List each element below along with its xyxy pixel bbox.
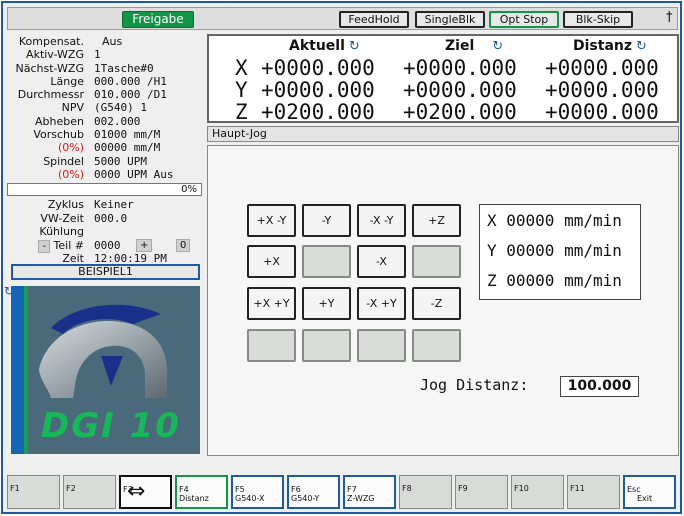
header-aktuell: Aktuell ↻	[289, 38, 360, 54]
jog-distance-field[interactable]: 100.000	[560, 376, 639, 397]
feedhold-button[interactable]: FeedHold	[339, 11, 409, 28]
jog-button-minus-z[interactable]: -Z	[412, 287, 461, 320]
z-ziel: +0200.000	[403, 100, 517, 124]
teil-minus-button[interactable]: -	[38, 239, 51, 253]
jog-button-plus-z[interactable]: +Z	[412, 204, 461, 237]
fkey-f3[interactable]: F3 ⇔	[119, 475, 172, 509]
mode-title: Haupt-Jog	[207, 126, 679, 142]
freigabe-indicator[interactable]: Freigabe	[122, 11, 194, 28]
fkey-f11[interactable]: F11	[567, 475, 620, 509]
swap-arrows-icon: ⇔	[127, 479, 146, 504]
y-distanz: +0000.000	[545, 78, 659, 102]
info-row-kuehlung: Kühlung	[39, 225, 84, 238]
position-display: Aktuell ↻ Ziel ↻ Distanz ↻ X +0000.000 +000…	[207, 34, 679, 124]
blkskip-button[interactable]: Blk-Skip	[563, 11, 633, 28]
teil-plus-button[interactable]: +	[136, 238, 153, 252]
info-row-vwzeit: VW-Zeit 000.0	[40, 211, 128, 225]
position-row-z: Z +0200.000 +0200.000 +0000.000	[235, 100, 659, 124]
info-row-aktiv-wzg: Aktiv-WZG 1	[26, 48, 101, 62]
function-key-bar: F1 F2 F3 ⇔ F4 Distanz F5 G540-X F6 G540-Y F…	[7, 475, 679, 509]
header-distanz: Distanz ↻	[573, 38, 647, 54]
progress-bar: 0%	[7, 183, 202, 196]
jog-button-empty[interactable]	[247, 329, 296, 362]
x-ziel: +0000.000	[403, 56, 517, 80]
jog-button-empty[interactable]	[302, 329, 351, 362]
speed-z: Z 00000 mm/min	[487, 271, 622, 290]
fkey-f10[interactable]: F10	[511, 475, 564, 509]
jog-button-plus-x[interactable]: +X	[247, 245, 296, 278]
jog-button-minus-y[interactable]: -Y	[302, 204, 351, 237]
z-distanz: +0000.000	[545, 100, 659, 124]
status-info-panel: Kompensat. Aus Aktiv-WZG 1 Nächst-WZG 1Tasc…	[8, 35, 204, 181]
jog-button-plus-y[interactable]: +Y	[302, 287, 351, 320]
jog-button-minus-x[interactable]: -X	[357, 245, 406, 278]
info-row-zyklus: Zyklus Keiner	[47, 198, 134, 211]
refresh-distanz-icon[interactable]: ↻	[636, 39, 647, 54]
info-row-abheben: Abheben 002.000	[35, 114, 141, 128]
dgi-logo: DGI 10	[11, 286, 200, 454]
jog-speed-display: X 00000 mm/min Y 00000 mm/min Z 00000 mm…	[479, 204, 641, 300]
fkey-f1[interactable]: F1	[7, 475, 60, 509]
tool-icon: †	[666, 10, 673, 25]
fkey-f8[interactable]: F8	[399, 475, 452, 509]
jog-button-empty[interactable]	[302, 245, 351, 278]
fkey-f4[interactable]: F4 Distanz	[175, 475, 228, 509]
jog-button-empty[interactable]	[412, 245, 461, 278]
fkey-f9[interactable]: F9	[455, 475, 508, 509]
optstop-button[interactable]: Opt Stop	[489, 11, 559, 28]
jog-panel: +X -Y -Y -X -Y +Z +X -X +X +Y +Y -X +Y -…	[207, 145, 679, 456]
x-aktuell: +0000.000	[261, 56, 375, 80]
jog-button-plus-x-minus-y[interactable]: +X -Y	[247, 204, 296, 237]
jog-button-minus-x-minus-y[interactable]: -X -Y	[357, 204, 406, 237]
info-row-laenge: Länge 000.000 /H1	[50, 74, 167, 88]
fkey-f2[interactable]: F2	[63, 475, 116, 509]
speed-y: Y 00000 mm/min	[487, 241, 622, 260]
x-distanz: +0000.000	[545, 56, 659, 80]
refresh-ziel-icon[interactable]: ↻	[492, 39, 503, 54]
logo-text: DGI 10	[41, 406, 181, 446]
jog-distance-label: Jog Distanz:	[420, 376, 529, 394]
position-row-y: Y +0000.000 +0000.000 +0000.000	[235, 78, 659, 102]
position-row-x: X +0000.000 +0000.000 +0000.000	[235, 56, 659, 80]
info-row-spindel-override: (0%) 0000 UPM Aus	[57, 167, 174, 181]
header-ziel: Ziel ↻	[445, 38, 504, 54]
jog-button-empty[interactable]	[412, 329, 461, 362]
fkey-f5[interactable]: F5 G540-X	[231, 475, 284, 509]
singleblk-button[interactable]: SingleBlk	[415, 11, 485, 28]
info-row-vorschub-override: (0%) 00000 mm/M	[57, 141, 161, 155]
info-row-npv: NPV (G540) 1	[61, 101, 147, 115]
info-row-spindel: Spindel 5000 UPM	[43, 154, 147, 168]
jog-button-plus-x-plus-y[interactable]: +X +Y	[247, 287, 296, 320]
info-row-kompensat: Kompensat. Aus	[18, 35, 123, 48]
info-row-teil: - Teil # 0000 + 0	[8, 238, 204, 253]
teil-count: 0	[176, 238, 191, 252]
y-aktuell: +0000.000	[261, 78, 375, 102]
info-row-durchmessr: Durchmessr 010.000 /D1	[17, 88, 167, 102]
fkey-f7[interactable]: F7 Z-WZG	[343, 475, 396, 509]
jog-button-empty[interactable]	[357, 329, 406, 362]
y-ziel: +0000.000	[403, 78, 517, 102]
fkey-f6[interactable]: F6 G540-Y	[287, 475, 340, 509]
info-row-naechst-wzg: Nächst-WZG 1Tasche#0	[15, 61, 154, 75]
top-status-bar: Freigabe FeedHold SingleBlk Opt Stop Blk…	[7, 7, 678, 30]
jog-button-minus-x-plus-y[interactable]: -X +Y	[357, 287, 406, 320]
cycle-info-panel: Zyklus Keiner VW-Zeit 000.0 Kühlung - Teil…	[8, 198, 204, 266]
program-name[interactable]: BEISPIEL1	[11, 264, 200, 280]
fkey-esc[interactable]: Esc Exit	[623, 475, 676, 509]
refresh-aktuell-icon[interactable]: ↻	[349, 39, 360, 54]
z-aktuell: +0200.000	[261, 100, 375, 124]
info-row-vorschub: Vorschub 01000 mm/M	[33, 128, 161, 142]
speed-x: X 00000 mm/min	[487, 211, 622, 230]
